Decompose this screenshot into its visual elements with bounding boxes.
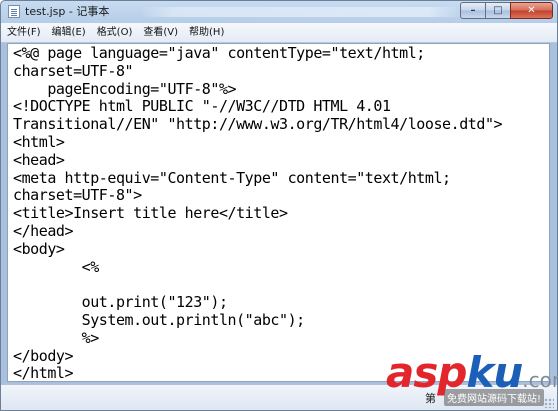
code-line: pageEncoding="UTF-8"%> [13, 79, 237, 98]
maximize-button[interactable]: □ [485, 2, 511, 19]
code-line: charset=UTF-8" [13, 61, 134, 80]
code-line: Transitional//EN" "http://www.w3.org/TR/… [13, 115, 503, 134]
code-line: <meta http-equiv="Content-Type" content=… [13, 168, 451, 187]
code-line: <% [13, 257, 100, 276]
code-line: charset=UTF-8"> [13, 186, 142, 205]
code-line: <body> [13, 239, 65, 258]
code-line: </head> [13, 222, 74, 240]
notepad-icon[interactable] [8, 5, 20, 18]
menu-view[interactable]: 查看(V) [137, 23, 183, 42]
minimize-button[interactable]: – [460, 2, 486, 19]
close-button[interactable]: ✕ [510, 2, 553, 19]
code-line: %> [13, 328, 100, 347]
code-line: System.out.println("abc"); [13, 311, 306, 329]
code-line: </html> [13, 364, 74, 382]
title-bar[interactable]: test.jsp - 记事本 – □ ✕ [1, 1, 557, 23]
code-line: </body> [13, 346, 74, 365]
code-line: <title>Insert title here</title> [13, 204, 288, 223]
watermark-slogan: 免费网站源码下载站! [444, 389, 545, 406]
menu-help[interactable]: 帮助(H) [183, 23, 229, 42]
code-line: <html> [13, 133, 65, 151]
window-title: test.jsp - 记事本 [25, 5, 110, 18]
menu-format[interactable]: 格式(O) [91, 23, 138, 42]
menu-edit[interactable]: 编辑(E) [46, 23, 91, 42]
text-editor[interactable]: <%@ page language="java" contentType="te… [7, 43, 550, 382]
code-line: <head> [13, 150, 65, 169]
code-line: <%@ page language="java" contentType="te… [13, 44, 425, 62]
menu-file[interactable]: 文件(F) [1, 23, 46, 42]
caption-buttons: – □ ✕ [460, 2, 553, 19]
title-bar-blur [141, 7, 461, 17]
code-line: <!DOCTYPE html PUBLIC "-//W3C//DTD HTML … [13, 97, 391, 116]
code-line: out.print("123"); [13, 293, 228, 312]
menu-bar: 文件(F) 编辑(E) 格式(O) 查看(V) 帮助(H) [1, 23, 557, 43]
watermark-logo: aspku.com 免费网站源码下载站! [386, 349, 558, 411]
